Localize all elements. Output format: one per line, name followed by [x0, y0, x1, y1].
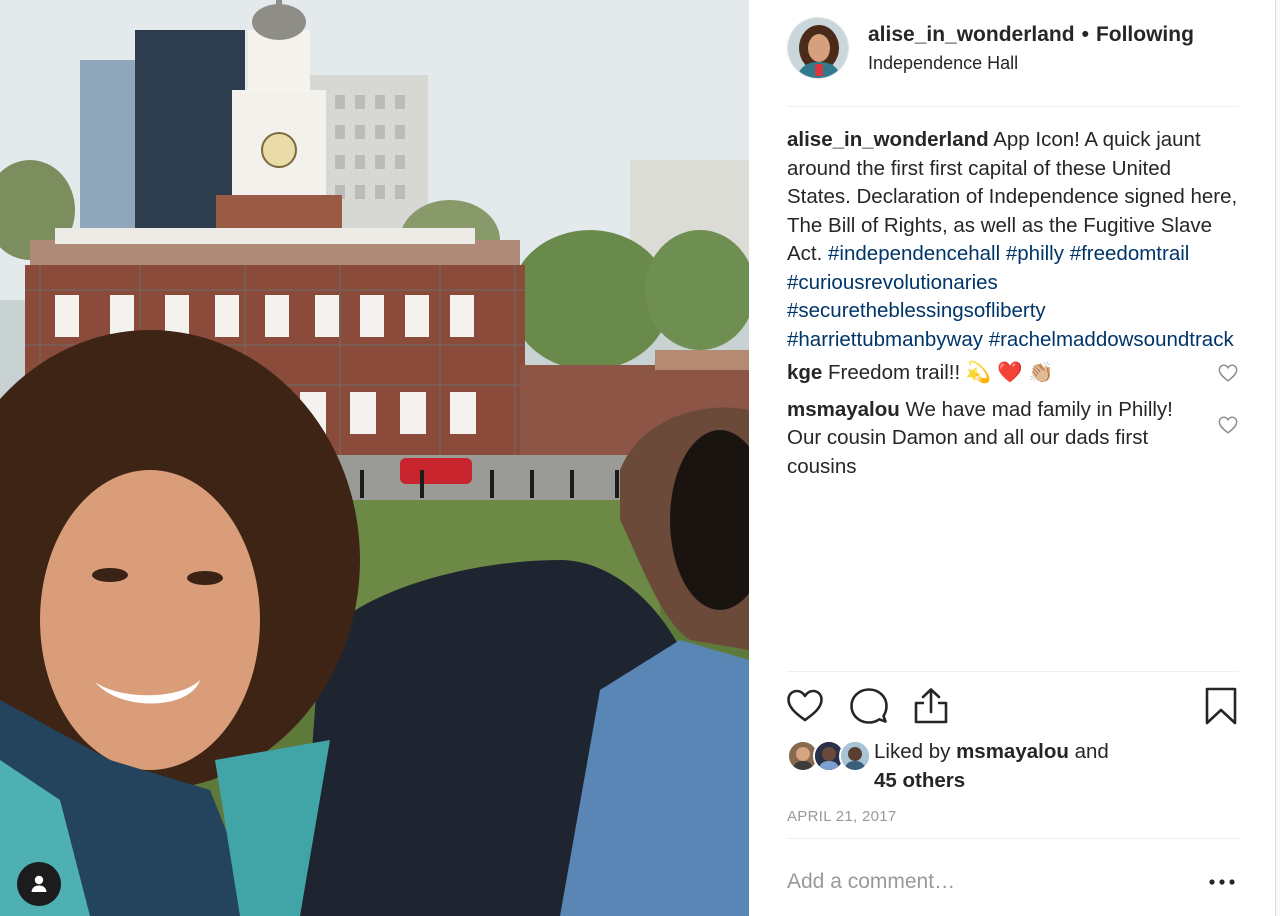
hashtag-link[interactable]: #freedomtrail	[1070, 242, 1190, 265]
comment-item: kge Freedom trail!! 💫 ❤️ 👏🏼	[787, 359, 1239, 388]
liker-avatars	[787, 740, 873, 772]
actions-divider	[787, 671, 1239, 672]
avatar-image	[841, 742, 869, 770]
post-photo	[0, 0, 749, 916]
location-link[interactable]: Independence Hall	[868, 51, 1194, 75]
likes-text: Liked by msmayalou and 45 others	[874, 738, 1109, 795]
comments-section: alise_in_wonderland App Icon! A quick ja…	[787, 126, 1239, 481]
post-image	[0, 0, 749, 916]
hashtag-link[interactable]: #curiousrevolutionaries	[787, 271, 998, 294]
comment-like-heart-icon[interactable]	[1217, 362, 1239, 384]
hashtag-link[interactable]: #philly	[1006, 242, 1064, 265]
comment-username[interactable]: msmayalou	[787, 398, 900, 421]
action-bar	[787, 686, 1239, 728]
caption: alise_in_wonderland App Icon! A quick ja…	[787, 126, 1239, 354]
bookmark-icon[interactable]	[1201, 686, 1241, 726]
user-tag-button[interactable]	[17, 862, 61, 906]
likes-summary: Liked by msmayalou and 45 others	[787, 738, 1239, 794]
liker-username[interactable]: msmayalou	[956, 740, 1069, 763]
hashtag-link[interactable]: #harriettubmanbyway	[787, 328, 983, 351]
header-text: alise_in_wonderland • Following Independ…	[868, 22, 1194, 75]
post-date[interactable]: APRIL 21, 2017	[787, 808, 897, 825]
comment-box-divider	[787, 838, 1239, 839]
likes-prefix: Liked by	[874, 740, 951, 763]
hashtag-link[interactable]: #independencehall	[828, 242, 1000, 265]
post-author-username[interactable]: alise_in_wonderland	[868, 22, 1075, 48]
header-separator: •	[1081, 22, 1089, 46]
person-icon	[31, 875, 47, 892]
likes-others-link[interactable]: 45 others	[874, 769, 965, 792]
comment-like-heart-icon[interactable]	[1217, 414, 1239, 436]
header-row: alise_in_wonderland • Following	[868, 22, 1194, 48]
page-edge	[1276, 0, 1280, 916]
hashtag-link[interactable]: #securetheblessingsofliberty	[787, 299, 1046, 322]
comment-item: msmayalou We have mad family in Philly! …	[787, 396, 1239, 482]
post-header: alise_in_wonderland • Following Independ…	[787, 16, 1239, 80]
hashtag-link[interactable]: #rachelmaddowsoundtrack	[989, 328, 1234, 351]
comment-bubble-icon[interactable]	[849, 686, 889, 726]
header-divider	[787, 106, 1239, 107]
caption-username[interactable]: alise_in_wonderland	[787, 128, 989, 151]
heart-icon[interactable]	[785, 686, 825, 726]
post-panel: alise_in_wonderland • Following Independ…	[749, 0, 1276, 916]
share-icon[interactable]	[911, 686, 951, 726]
more-options-icon[interactable]	[1207, 872, 1237, 892]
comment-text: Freedom trail!! 💫 ❤️ 👏🏼	[828, 361, 1054, 384]
following-button[interactable]: Following	[1096, 22, 1194, 48]
comment-username[interactable]: kge	[787, 361, 822, 384]
add-comment-input[interactable]	[787, 864, 1147, 900]
avatar[interactable]	[787, 17, 849, 79]
avatar[interactable]	[839, 740, 871, 772]
avatar-image	[788, 18, 848, 78]
likes-conjunction: and	[1074, 740, 1109, 763]
